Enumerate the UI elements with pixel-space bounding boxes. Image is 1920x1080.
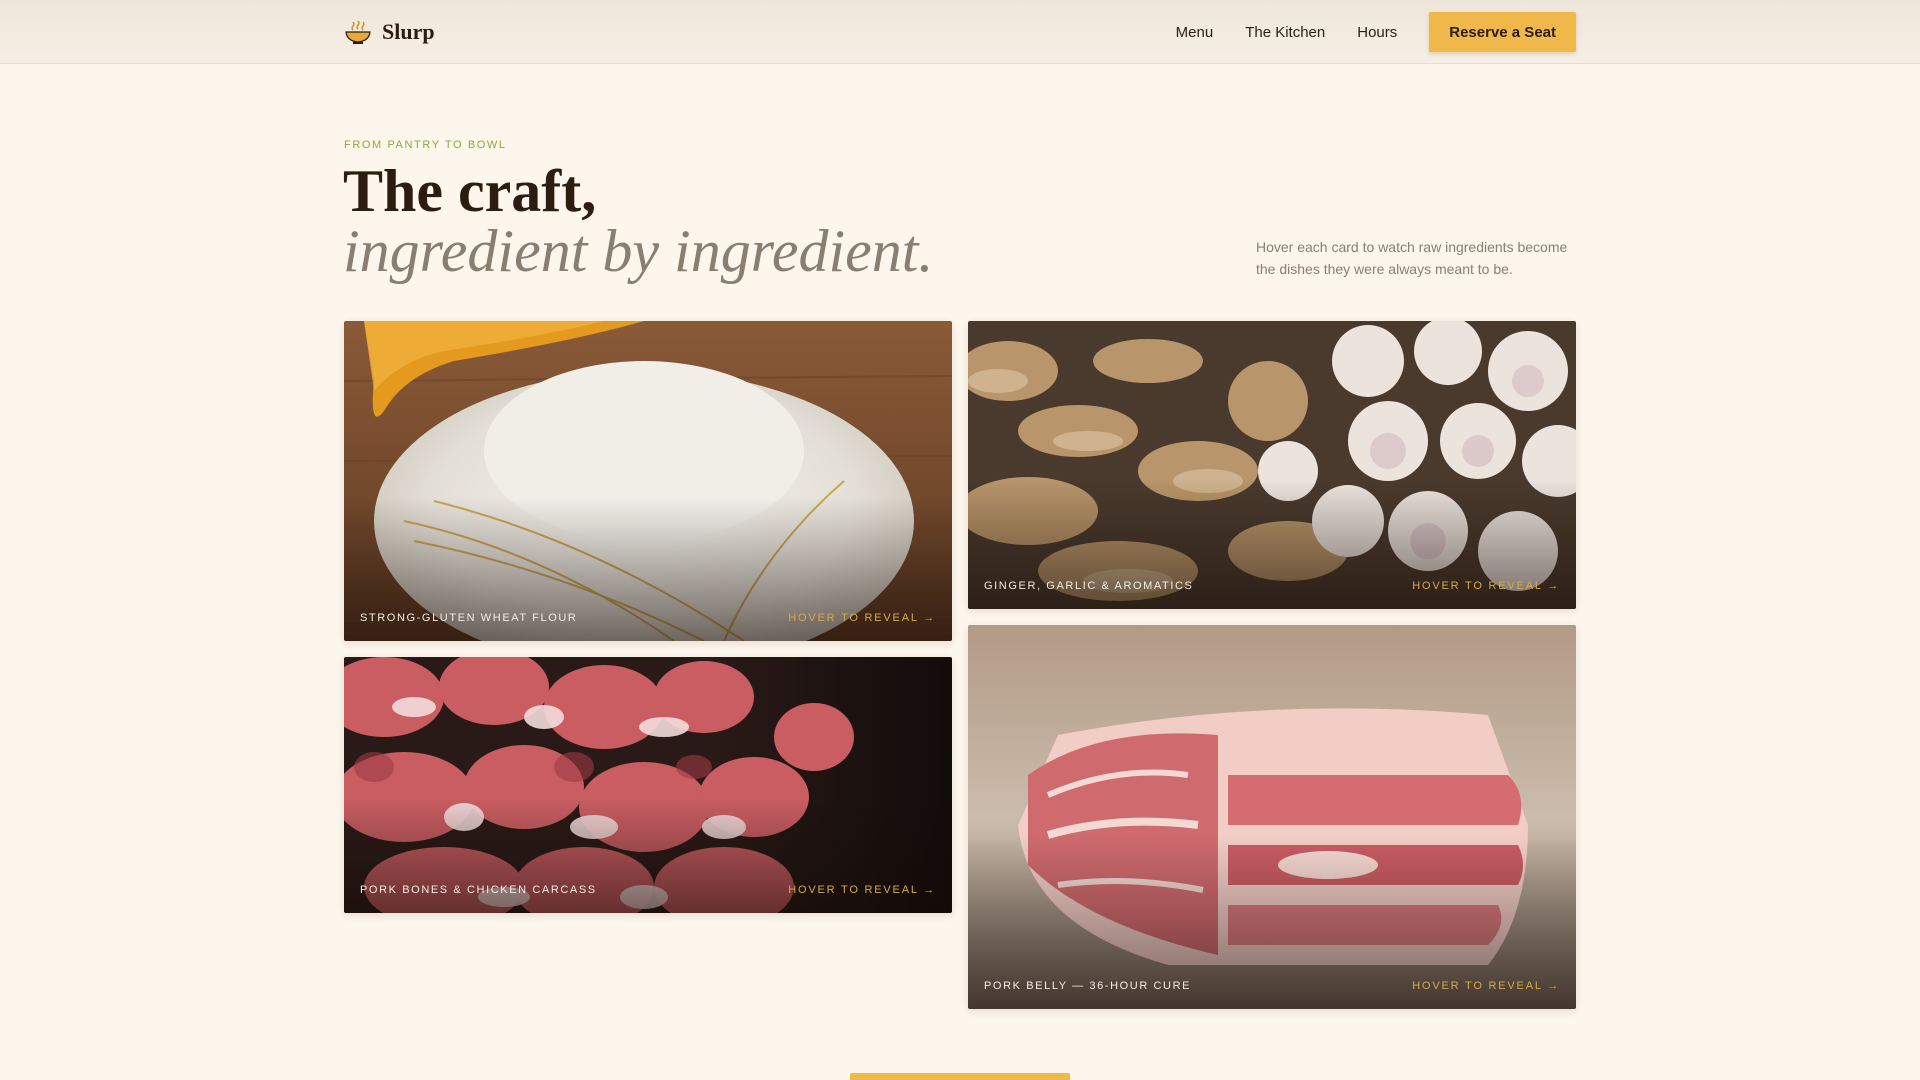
nav-link-menu[interactable]: Menu [1176, 24, 1214, 41]
hover-to-reveal-hint: HOVER TO REVEAL → [788, 612, 936, 624]
hero-description: Hover each card to watch raw ingredients… [1256, 239, 1568, 277]
brand-name: Slurp [382, 19, 435, 44]
section-eyebrow: FROM PANTRY TO BOWL [344, 139, 507, 151]
ingredient-card-aromatics[interactable]: GINGER, GARLIC & AROMATICS HOVER TO REVE… [968, 321, 1576, 609]
nav-links: Menu The Kitchen Hours Reserve a Seat [1176, 12, 1576, 52]
card-label: PORK BELLY — 36-HOUR CURE [984, 980, 1192, 992]
hover-to-reveal-hint: HOVER TO REVEAL → [1412, 580, 1560, 592]
page-title: The craft, [343, 158, 597, 224]
hover-to-reveal-hint: HOVER TO REVEAL → [788, 884, 936, 896]
ingredient-card-flour[interactable]: STRONG-GLUTEN WHEAT FLOUR HOVER TO REVEA… [344, 321, 952, 641]
card-label: PORK BONES & CHICKEN CARCASS [360, 884, 597, 896]
nav-link-the-kitchen[interactable]: The Kitchen [1245, 24, 1325, 41]
nav-link-hours[interactable]: Hours [1357, 24, 1397, 41]
ingredient-card-pork-belly[interactable]: PORK BELLY — 36-HOUR CURE HOVER TO REVEA… [968, 625, 1576, 1009]
hover-to-reveal-hint: HOVER TO REVEAL → [1412, 980, 1560, 992]
card-label: STRONG-GLUTEN WHEAT FLOUR [360, 612, 578, 624]
card-label: GINGER, GARLIC & AROMATICS [984, 580, 1194, 592]
ingredient-card-pork-bones[interactable]: PORK BONES & CHICKEN CARCASS HOVER TO RE… [344, 657, 952, 913]
brand-logo[interactable]: Slurp [344, 18, 435, 46]
bottom-cta-button[interactable] [850, 1073, 1070, 1080]
reserve-seat-button[interactable]: Reserve a Seat [1429, 12, 1576, 52]
ramen-bowl-icon [345, 20, 371, 44]
page-subtitle: ingredient by ingredient. [343, 218, 934, 284]
top-nav: Slurp Menu The Kitchen Hours Reserve a S… [0, 0, 1920, 64]
